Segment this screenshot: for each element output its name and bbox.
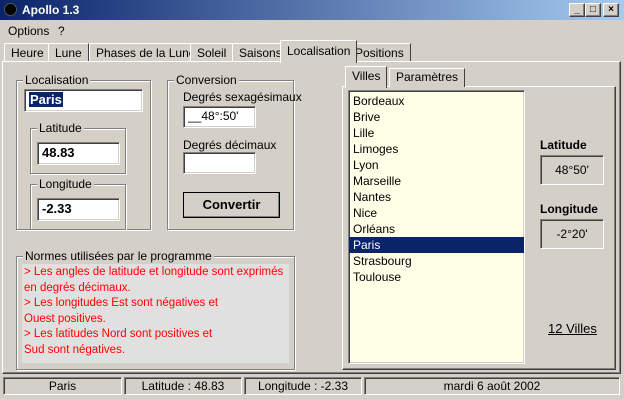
localisation-legend: Localisation (23, 73, 91, 87)
list-item[interactable]: Lyon (349, 157, 524, 173)
right-latitude-label: Latitude (540, 138, 587, 152)
list-item[interactable]: Lille (349, 125, 524, 141)
list-item[interactable]: Toulouse (349, 269, 524, 285)
normes-line: > Les angles de latitude et longitude so… (24, 266, 284, 278)
list-item[interactable]: Nantes (349, 189, 524, 205)
list-item[interactable]: Strasbourg (349, 253, 524, 269)
longitude-input[interactable]: -2.33 (37, 198, 120, 221)
normes-text-box: > Les angles de latitude et longitude so… (22, 264, 289, 363)
tab-label: Positions (355, 46, 404, 60)
list-item[interactable]: Nice (349, 205, 524, 221)
title-bar[interactable]: Apollo 1.3 _ □ × (0, 0, 624, 20)
convertir-button-label: Convertir (202, 197, 261, 212)
list-item[interactable]: Orléans (349, 221, 524, 237)
convertir-button[interactable]: Convertir (183, 192, 280, 218)
list-item[interactable]: Marseille (349, 173, 524, 189)
tab-phases-lune[interactable]: Phases de la Lune (89, 43, 203, 62)
normes-line: en degrés décimaux. (24, 281, 131, 294)
city-count-label: 12 Villes (548, 321, 597, 336)
tab-label: Villes (352, 69, 381, 83)
tab-parametres[interactable]: Paramètres (389, 68, 466, 87)
longitude-legend: Longitude (37, 177, 94, 191)
app-icon (4, 3, 17, 16)
status-latitude: Latitude : 48.83 (124, 377, 242, 395)
menu-bar: Options ? (0, 21, 624, 39)
tab-label: Paramètres (396, 70, 459, 84)
normes-line: > Les longitudes Est sont négatives et (24, 297, 219, 309)
status-date: mardi 6 août 2002 (364, 377, 620, 395)
normes-line: Sud sont négatives. (24, 343, 126, 356)
city-selected-text: Paris (29, 92, 63, 107)
tab-label: Localisation (287, 44, 351, 58)
right-longitude-value: -2°20' (540, 219, 604, 249)
latitude-input[interactable]: 48.83 (37, 142, 120, 165)
tab-lune[interactable]: Lune (48, 43, 89, 62)
tab-localisation[interactable]: Localisation (280, 40, 358, 63)
maximize-button[interactable]: □ (585, 3, 601, 17)
list-item-selected[interactable]: Paris (349, 237, 524, 253)
tab-positions[interactable]: Positions (348, 43, 411, 62)
list-item[interactable]: Limoges (349, 141, 524, 157)
conversion-legend: Conversion (174, 73, 239, 87)
tab-heure[interactable]: Heure (4, 43, 51, 62)
decimal-input[interactable] (183, 152, 256, 174)
window-title: Apollo 1.3 (22, 3, 80, 17)
status-longitude: Longitude : -2.33 (244, 377, 362, 395)
minimize-button[interactable]: _ (569, 3, 585, 17)
decimal-label: Degrés décimaux (183, 138, 277, 152)
right-latitude-value: 48°50' (540, 155, 604, 185)
tab-label: Saisons (239, 46, 282, 60)
close-icon: × (608, 4, 614, 15)
tab-label: Phases de la Lune (96, 46, 196, 60)
city-list[interactable]: Bordeaux Brive Lille Limoges Lyon Marsei… (348, 90, 525, 364)
latitude-legend: Latitude (37, 121, 84, 135)
maximize-icon: □ (589, 4, 597, 15)
normes-legend: Normes utilisées par le programme (23, 249, 214, 263)
minimize-icon: _ (574, 4, 580, 15)
tab-label: Soleil (197, 46, 227, 60)
tab-label: Lune (55, 46, 82, 60)
normes-line: > Les latitudes Nord sont positives et (24, 328, 213, 340)
status-city: Paris (3, 377, 122, 395)
tab-villes[interactable]: Villes (345, 66, 388, 88)
list-item[interactable]: Bordeaux (349, 93, 524, 109)
menu-options[interactable]: Options (8, 24, 49, 38)
sexagesimal-input[interactable]: __48°:50' (183, 106, 256, 128)
list-item[interactable]: Brive (349, 109, 524, 125)
city-input[interactable]: Paris (24, 89, 143, 112)
tab-soleil[interactable]: Soleil (190, 43, 234, 62)
close-button[interactable]: × (603, 3, 619, 17)
menu-help[interactable]: ? (58, 24, 65, 38)
right-longitude-label: Longitude (540, 202, 598, 216)
normes-line: Ouest positives. (24, 312, 106, 325)
tab-label: Heure (11, 46, 44, 60)
sexagesimal-label: Degrés sexagésimaux (183, 90, 302, 104)
